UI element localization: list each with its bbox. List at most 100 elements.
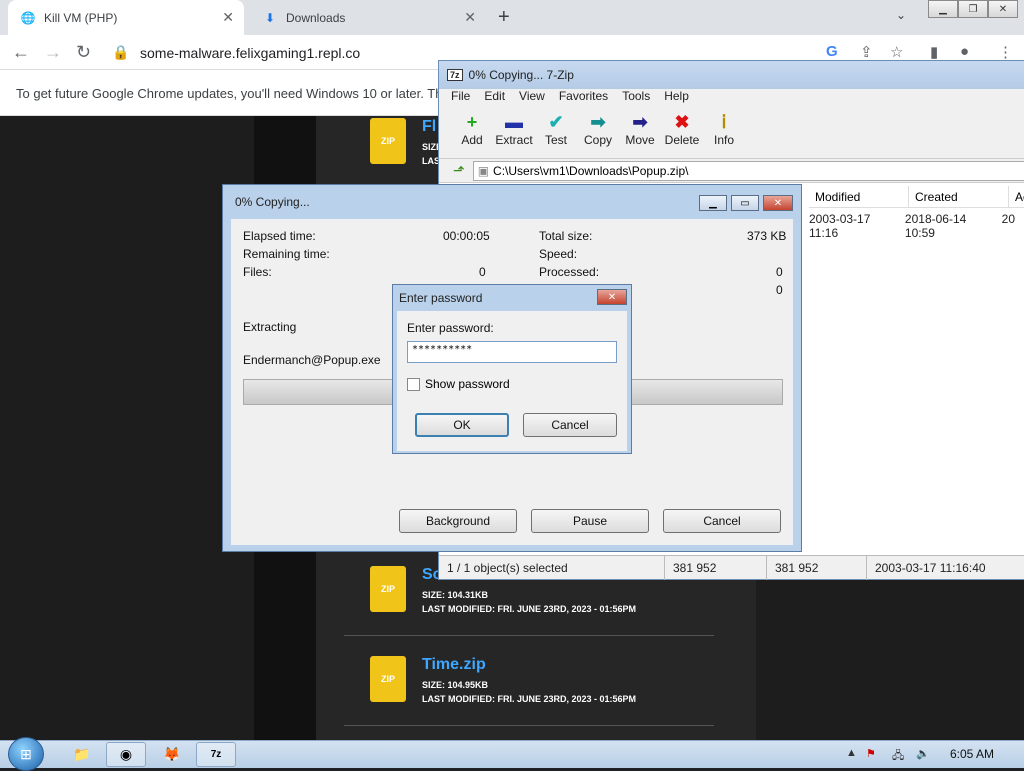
firefox-icon[interactable]: 🦊 (152, 742, 192, 767)
total-size-label: Total size: (539, 229, 593, 243)
tab-search-icon[interactable]: ⌄ (896, 8, 906, 22)
menu-tools[interactable]: Tools (622, 89, 650, 107)
maximize-button[interactable]: ❐ (958, 0, 988, 18)
password-input[interactable]: ********** (407, 341, 617, 363)
status-selection: 1 / 1 object(s) selected (439, 555, 665, 580)
taskbar: ⊞ 📁 ◉ 🦊 7z ▲ ⚑ 🖧 🔈 6:05 AM (0, 737, 1024, 771)
status-modified: 2003-03-17 11:16:40 (875, 560, 986, 575)
tray-expand-icon[interactable]: ▲ (846, 747, 857, 759)
info-button[interactable]: ⅰ Info (703, 107, 745, 158)
back-icon[interactable]: ← (12, 42, 30, 63)
status-packed: 381 952 (767, 555, 867, 580)
tab-title: Downloads (286, 10, 346, 25)
close-button[interactable]: ✕ (597, 289, 627, 305)
chrome-icon[interactable]: ◉ (106, 742, 146, 767)
close-window-button[interactable]: ✕ (988, 0, 1018, 18)
path-text: C:\Users\vm1\Downloads\Popup.zip\ (493, 163, 689, 178)
pause-button[interactable]: Pause (531, 509, 649, 533)
row-modified: 2003-03-17 11:16 (809, 212, 871, 240)
processed-value: 0 (776, 265, 783, 279)
action-label: Extracting (243, 320, 297, 334)
file-item[interactable]: ZIP Time.zip SIZE: 104.95KB LAST MODIFIE… (370, 656, 636, 706)
minimize-button[interactable]: ▁ (699, 195, 727, 211)
copy-button[interactable]: ➡ Copy (577, 107, 619, 158)
lock-icon: 🔒 (112, 44, 130, 60)
col-created[interactable]: Created (909, 186, 1009, 207)
start-button-windows-icon[interactable]: ⊞ (8, 737, 44, 771)
taskbar-clock[interactable]: 6:05 AM (950, 747, 994, 761)
tab-title: Kill VM (PHP) (44, 10, 118, 25)
side-panel-icon[interactable]: ▮ (930, 43, 938, 61)
move-icon: ➡ (632, 112, 648, 132)
7zip-menubar: File Edit View Favorites Tools Help (439, 89, 1024, 107)
new-tab-button[interactable]: + (498, 6, 510, 29)
close-tab-icon[interactable]: ✕ (464, 9, 476, 26)
delete-icon: ✖ (674, 112, 690, 132)
dialog-controls: ✕ (593, 289, 627, 305)
cancel-button[interactable]: Cancel (523, 413, 617, 437)
share-icon[interactable]: ⇪ (860, 43, 873, 61)
background-button[interactable]: Background (399, 509, 517, 533)
move-label: Move (625, 133, 655, 147)
info-label: Info (713, 133, 734, 147)
password-label: Enter password: (407, 321, 494, 335)
test-icon: ✔ (548, 112, 564, 132)
globe-icon: 🌐 (20, 10, 36, 25)
file-list-row[interactable]: 2003-03-17 11:16 2018-06-14 10:59 20 (809, 212, 1024, 240)
7zip-taskbar-icon[interactable]: 7z (196, 742, 236, 767)
menu-edit[interactable]: Edit (484, 89, 505, 107)
explorer-icon[interactable]: 📁 (62, 742, 102, 767)
reload-icon[interactable]: ↻ (76, 42, 91, 63)
col-accessed[interactable]: Ac (1009, 186, 1024, 207)
checkbox-box[interactable] (407, 377, 420, 391)
menu-file[interactable]: File (451, 89, 470, 107)
bookmark-star-icon[interactable]: ☆ (890, 43, 903, 61)
show-password-checkbox[interactable]: Show password (407, 377, 510, 391)
test-button[interactable]: ✔ Test (535, 107, 577, 158)
menu-view[interactable]: View (519, 89, 545, 107)
speed-label: Speed: (539, 247, 578, 261)
delete-button[interactable]: ✖ Delete (661, 107, 703, 158)
ok-button[interactable]: OK (415, 413, 509, 437)
profile-avatar[interactable]: ● (960, 43, 969, 60)
close-tab-icon[interactable]: ✕ (222, 9, 234, 26)
action-center-icon[interactable]: ⚑ (866, 747, 876, 760)
maximize-button[interactable]: ▭ (731, 195, 759, 211)
menu-kebab-icon[interactable]: ⋮ (998, 43, 1013, 61)
add-label: Add (461, 133, 483, 147)
up-folder-icon[interactable]: ⬏ (453, 162, 465, 179)
remaining-label: Remaining time: (243, 247, 330, 261)
move-button[interactable]: ➡ Move (619, 107, 661, 158)
7zip-path-bar: ⬏ ▣ C:\Users\vm1\Downloads\Popup.zip\ (439, 159, 1024, 183)
files-label: Files: (243, 265, 272, 279)
menu-help[interactable]: Help (664, 89, 689, 107)
cancel-button[interactable]: Cancel (663, 509, 781, 533)
volume-muted-icon[interactable]: 🔈 (916, 747, 930, 760)
add-button[interactable]: + Add (451, 107, 493, 158)
forward-icon[interactable]: → (44, 42, 62, 63)
add-icon: + (466, 112, 478, 132)
network-icon[interactable]: 🖧 (892, 747, 904, 766)
row-created: 2018-06-14 10:59 (904, 212, 967, 240)
extract-icon: ▬ (505, 112, 523, 132)
file-name[interactable]: Time.zip (422, 656, 636, 674)
zip-file-icon: ZIP (370, 118, 406, 164)
password-dialog-body: Enter password: ********** Show password… (397, 311, 627, 451)
col-modified[interactable]: Modified (809, 186, 909, 207)
info-icon: ⅰ (721, 112, 727, 132)
extract-button[interactable]: ▬ Extract (493, 107, 535, 158)
menu-favorites[interactable]: Favorites (559, 89, 608, 107)
elapsed-value: 00:00:05 (443, 229, 490, 243)
copy-label: Copy (583, 133, 612, 147)
minimize-button[interactable]: ▁ (928, 0, 958, 18)
tab-downloads[interactable]: ⬇ Downloads ✕ (250, 0, 486, 35)
path-field[interactable]: ▣ C:\Users\vm1\Downloads\Popup.zip\ (472, 160, 1024, 181)
google-icon[interactable]: G (826, 43, 838, 60)
elapsed-label: Elapsed time: (243, 229, 316, 243)
compressed-value: 0 (776, 283, 783, 297)
address-bar[interactable]: 🔒 some-malware.felixgaming1.repl.co (112, 40, 372, 65)
total-size-value: 373 KB (747, 229, 787, 243)
file-item[interactable]: ZIP Fl SIZE LAS (370, 118, 442, 168)
close-button[interactable]: ✕ (763, 195, 793, 211)
tab-kill-vm[interactable]: 🌐 Kill VM (PHP) ✕ (8, 0, 244, 35)
